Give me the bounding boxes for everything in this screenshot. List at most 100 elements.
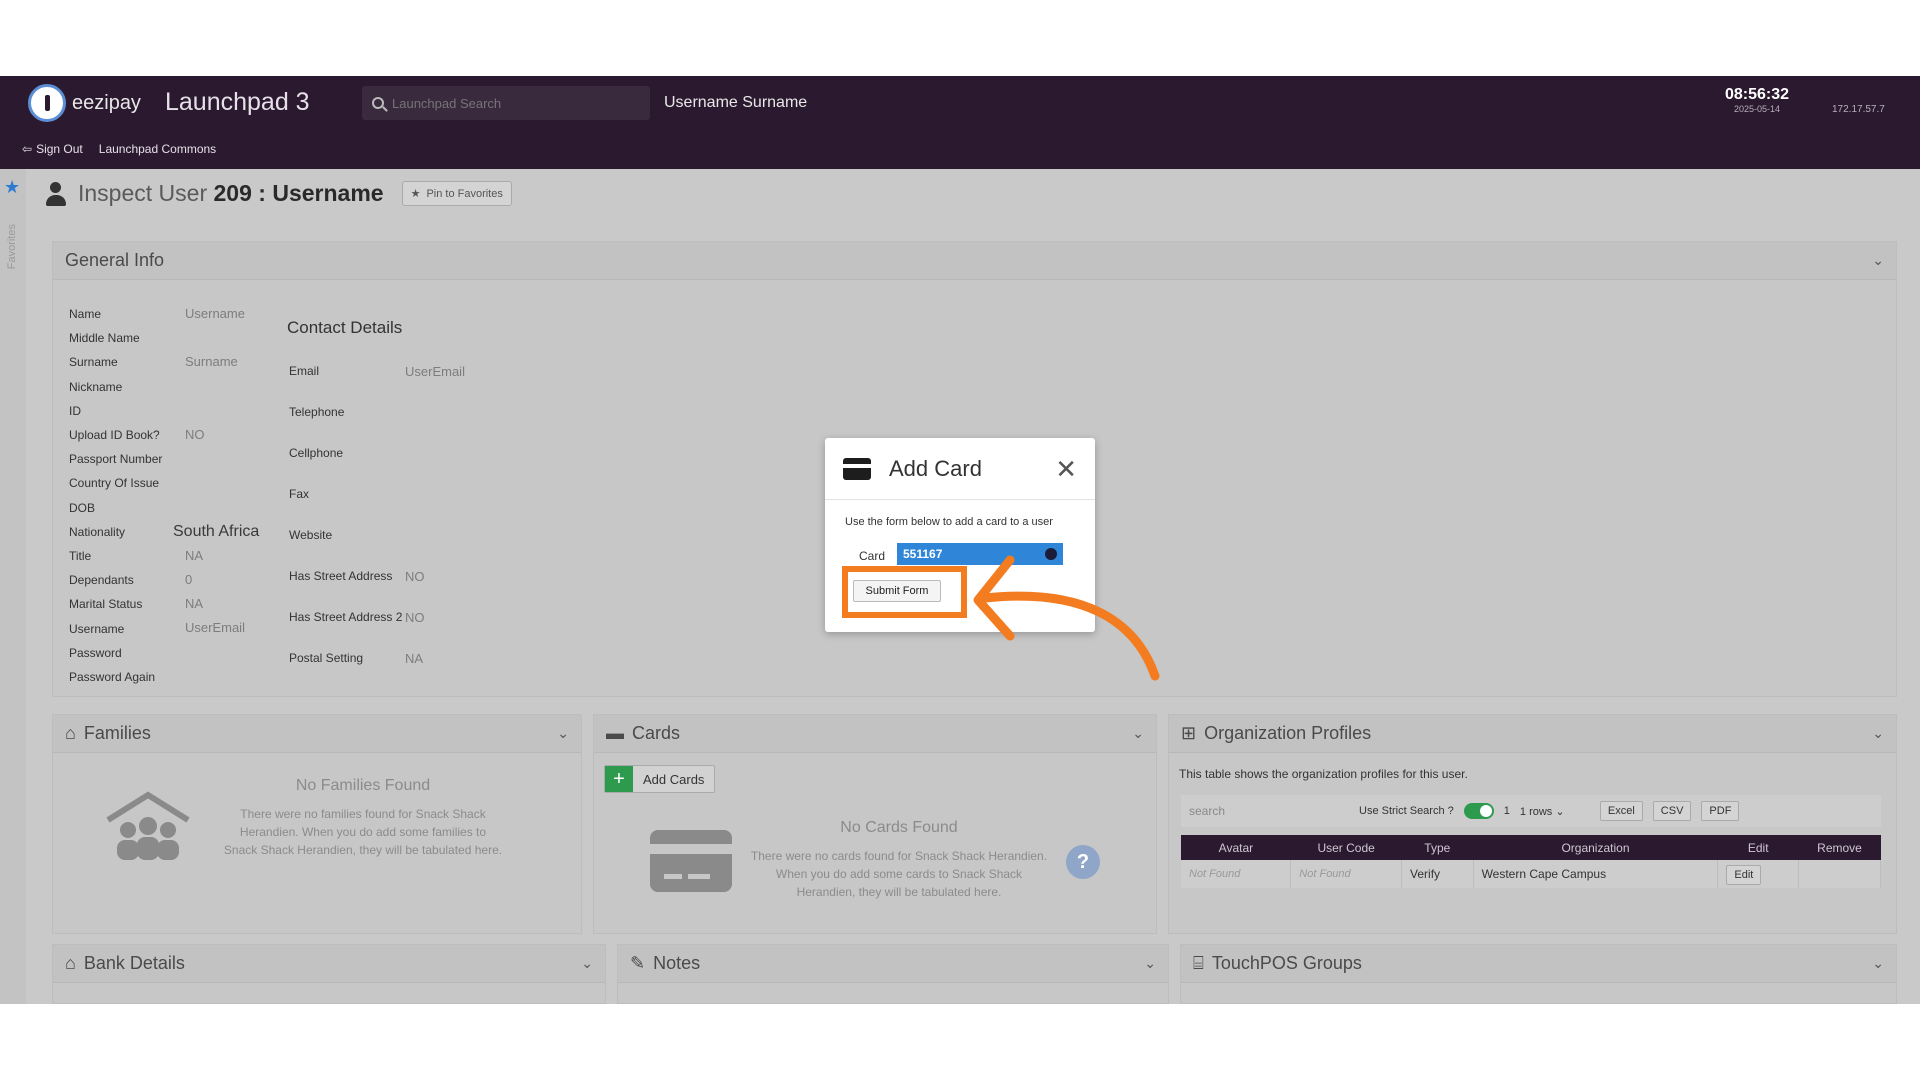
- rows-select[interactable]: 1 rows ⌄: [1520, 805, 1590, 818]
- org-profiles-table: Avatar User Code Type Organization Edit …: [1181, 835, 1881, 888]
- clock: 08:56:32 2025-05-14: [1725, 86, 1789, 114]
- field-value: [165, 471, 259, 495]
- field-label: Country Of Issue: [69, 476, 160, 491]
- field-value: [165, 496, 259, 520]
- contact-label: Has Street Address: [289, 569, 393, 583]
- organization-cell: Western Cape Campus: [1473, 860, 1719, 888]
- field-label: Marital Status: [69, 597, 143, 612]
- add-cards-button[interactable]: + Add Cards: [604, 765, 716, 793]
- field-value: [165, 326, 259, 350]
- general-info-labels: Name Middle Name Surname Nickname ID Upl…: [69, 302, 162, 689]
- search-input[interactable]: [392, 95, 622, 111]
- contact-value: [405, 487, 465, 528]
- pin-to-favorites-button[interactable]: ★ Pin to Favorites: [401, 181, 512, 206]
- pencil-icon: ✎: [630, 953, 646, 973]
- store-icon: ⌸: [1193, 953, 1204, 973]
- contact-label: Postal Setting: [289, 651, 364, 665]
- launchpad-commons-link[interactable]: Launchpad Commons: [99, 142, 216, 156]
- chevron-down-icon[interactable]: ⌄: [1872, 955, 1884, 972]
- bank-details-panel: ⌂ Bank Details ⌄: [52, 944, 606, 1004]
- launchpad-search[interactable]: [362, 86, 650, 120]
- column-header[interactable]: Remove: [1798, 835, 1881, 860]
- families-header[interactable]: ⌂ Families ⌄: [53, 715, 581, 753]
- organization-profiles-header[interactable]: ⊞ Organization Profiles ⌄: [1169, 715, 1896, 753]
- chevron-down-icon[interactable]: ⌄: [1132, 725, 1144, 742]
- contact-label: Email: [289, 364, 320, 378]
- user-code-cell: Not Found: [1290, 860, 1403, 888]
- panel-title: Organization Profiles: [1204, 723, 1372, 743]
- favorites-label[interactable]: Favorites: [6, 224, 18, 269]
- avatar-cell: Not Found: [1181, 860, 1292, 888]
- app-frame: eezipay Launchpad 3 Username Surname 08:…: [0, 76, 1920, 1004]
- table-controls: search Use Strict Search ? 1 1 rows ⌄ Ex…: [1181, 795, 1881, 827]
- clock-time: 08:56:32: [1725, 86, 1790, 103]
- column-header[interactable]: User Code: [1290, 835, 1402, 860]
- field-label: Middle Name: [69, 331, 140, 346]
- excel-export-button[interactable]: Excel: [1599, 801, 1643, 821]
- empty-title: No Families Found: [295, 777, 431, 794]
- column-header[interactable]: Type: [1401, 835, 1474, 860]
- field-label: Surname: [69, 355, 118, 370]
- chevron-down-icon[interactable]: ⌄: [1872, 252, 1884, 269]
- bank-details-header[interactable]: ⌂ Bank Details ⌄: [53, 945, 605, 983]
- org-description: This table shows the organization profil…: [1179, 767, 1468, 781]
- sub-nav: ⇦ Sign Out Launchpad Commons: [22, 142, 216, 156]
- panel-title: Cards: [632, 723, 681, 743]
- pin-label: Pin to Favorites: [426, 187, 503, 200]
- contact-values: UserEmail NO NO NA: [405, 364, 465, 692]
- strict-search-toggle[interactable]: [1463, 803, 1494, 819]
- pdf-export-button[interactable]: PDF: [1701, 801, 1740, 821]
- logo[interactable]: eezipay: [28, 84, 141, 122]
- notes-header[interactable]: ✎ Notes ⌄: [618, 945, 1168, 983]
- column-header[interactable]: Organization: [1473, 835, 1718, 860]
- star-icon: ★: [410, 188, 421, 200]
- contact-label: Has Street Address 2: [289, 610, 403, 624]
- contact-value: [405, 528, 465, 569]
- touchpos-groups-header[interactable]: ⌸ TouchPOS Groups ⌄: [1181, 945, 1896, 983]
- edit-button[interactable]: Edit: [1726, 865, 1762, 885]
- page-number[interactable]: 1: [1504, 805, 1510, 817]
- contact-details-title: Contact Details: [287, 318, 403, 337]
- chevron-down-icon: ⌄: [1555, 805, 1565, 818]
- remove-cell[interactable]: [1798, 860, 1881, 888]
- current-user-name[interactable]: Username Surname: [664, 94, 807, 112]
- sign-out-link[interactable]: ⇦ Sign Out: [22, 142, 83, 156]
- page-title: Inspect User 209 : Username ★ Pin to Fav…: [44, 180, 512, 207]
- close-icon[interactable]: ✕: [1055, 456, 1077, 482]
- favorites-rail: ★ Favorites: [0, 169, 26, 1004]
- field-value: South Africa: [173, 522, 260, 540]
- column-header[interactable]: Avatar: [1181, 835, 1291, 860]
- modal-header: Add Card ✕: [825, 438, 1095, 500]
- edit-cell: Edit: [1717, 860, 1800, 888]
- column-header[interactable]: Edit: [1717, 835, 1799, 860]
- contact-value: NO: [405, 569, 425, 584]
- table-search-input[interactable]: search: [1189, 804, 1349, 818]
- sign-out-icon: ⇦: [22, 142, 33, 156]
- ip-address: 172.17.57.7: [1832, 104, 1885, 115]
- chevron-down-icon[interactable]: ⌄: [581, 955, 593, 972]
- notes-panel: ✎ Notes ⌄: [617, 944, 1169, 1004]
- modal-description: Use the form below to add a card to a us…: [845, 516, 1053, 528]
- general-info-header[interactable]: General Info ⌄: [53, 242, 1896, 280]
- card-select-value: 551167: [903, 547, 943, 561]
- chevron-down-icon[interactable]: ⌄: [1872, 725, 1884, 742]
- star-icon[interactable]: ★: [4, 177, 20, 198]
- field-label: Username: [69, 621, 125, 636]
- modal-title: Add Card: [889, 455, 982, 481]
- table-row: Not Found Not Found Verify Western Cape …: [1181, 860, 1881, 888]
- field-label: Dependants: [69, 573, 134, 588]
- card-field-label: Card: [859, 549, 886, 563]
- field-value: NO: [185, 426, 205, 442]
- field-label: Title: [69, 549, 92, 564]
- panel-title: Families: [83, 723, 151, 743]
- chevron-down-icon[interactable]: ⌄: [557, 725, 569, 742]
- panel-title: TouchPOS Groups: [1211, 953, 1362, 973]
- chevron-down-icon[interactable]: ⌄: [1144, 955, 1156, 972]
- logo-text: eezipay: [72, 91, 141, 114]
- csv-export-button[interactable]: CSV: [1652, 801, 1692, 821]
- card-icon: ▬: [606, 723, 624, 743]
- cards-header[interactable]: ▬ Cards ⌄: [594, 715, 1156, 753]
- field-label: Password: [69, 645, 122, 660]
- help-button[interactable]: ?: [1066, 845, 1100, 879]
- field-label: Passport Number: [69, 452, 163, 467]
